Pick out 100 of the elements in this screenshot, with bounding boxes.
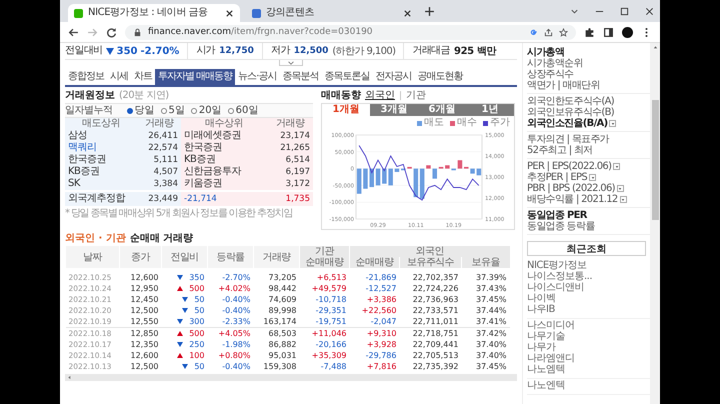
vertical-scrollbar[interactable] — [650, 43, 660, 404]
scroll-up-arrow-icon[interactable] — [652, 45, 658, 50]
nav-tab[interactable]: 공매도현황 — [414, 69, 466, 85]
back-arrow-icon[interactable] — [68, 26, 79, 38]
nav-tab[interactable]: 전자공시 — [372, 69, 414, 85]
letter-g-icon[interactable] — [529, 28, 538, 36]
stat-note: (하한가 9,100) — [332, 45, 396, 58]
period-radio[interactable]: 20일 — [190, 104, 222, 116]
address-field[interactable]: finance.naver.com/item/frgn.naver?code=030190 — [125, 24, 576, 40]
table-cell: 1,735 — [267, 192, 313, 206]
browser-tab[interactable]: 강의콘텐츠 — [246, 4, 418, 22]
help-icon[interactable] — [613, 163, 620, 170]
close-icon[interactable] — [225, 8, 234, 18]
reload-icon[interactable] — [106, 26, 117, 38]
maximize-icon[interactable] — [620, 6, 629, 16]
nav-tab[interactable]: 종목분석 — [279, 69, 322, 85]
nav-tab[interactable]: 뉴스·공시 — [235, 69, 280, 85]
info-label: 시가총액순위 — [527, 58, 583, 69]
table-cell-text: -1.98% — [221, 339, 252, 350]
table-cell-text: 37.39% — [475, 272, 508, 283]
table-cell-text: +22,560 — [360, 305, 398, 316]
column-group-header: 기관 — [300, 246, 350, 257]
nav-tab[interactable]: 종목토론실 — [321, 69, 372, 85]
browser-tab[interactable]: NICE평가정보 : 네이버 금융 — [68, 4, 240, 22]
stat-label: 거래대금 — [412, 45, 450, 57]
table-cell-text: +6,513 — [316, 272, 348, 283]
recent-stock-link[interactable]: 나노엔텍 — [527, 380, 650, 391]
table-cell: 5,111 — [137, 154, 181, 166]
recent-stock-link[interactable]: 나노엠텍 — [527, 364, 650, 375]
info-label: 외국인소진율(B/A) — [527, 118, 608, 129]
recent-stock-link[interactable]: 나무가 — [527, 342, 650, 353]
table-cell-text: +7,816 — [366, 361, 398, 372]
table-cell-text: -7,488 — [320, 361, 348, 372]
period-radio[interactable]: 5일 — [160, 104, 185, 116]
table-cell: 12,850 — [120, 328, 162, 339]
share-icon[interactable] — [544, 28, 553, 36]
period-tab[interactable]: 1년 — [466, 104, 514, 116]
info-label: 동일업종 PER — [527, 210, 587, 221]
broker-name: 한국증권 — [65, 154, 137, 166]
recent-stock-link[interactable]: 나무기술 — [527, 331, 650, 342]
column-header: 날짜 — [66, 246, 120, 270]
table-cell-text: -29,786 — [364, 350, 398, 361]
recent-stock-link[interactable]: 나이스정보통... — [527, 271, 650, 282]
recent-stock-link[interactable]: 나이벡 — [527, 293, 650, 304]
close-icon[interactable] — [645, 6, 654, 16]
period-tab[interactable]: 3개월 — [370, 104, 418, 116]
table-cell-text: -21,869 — [364, 272, 398, 283]
column-header: 종가 — [120, 246, 162, 270]
table-cell-text: -12,527 — [364, 283, 398, 294]
recent-stock-link[interactable]: NICE평가정보 — [527, 260, 650, 271]
puzzle-icon[interactable] — [584, 26, 595, 38]
nav-tab[interactable]: 투자자별 매매동향 — [155, 69, 236, 85]
collapse-handle[interactable] — [279, 60, 303, 66]
table-cell: 163,174 — [254, 316, 300, 328]
help-icon[interactable] — [616, 185, 624, 192]
recent-stock-link[interactable]: 나스미디어 — [527, 320, 650, 331]
help-icon[interactable] — [620, 196, 627, 203]
help-icon[interactable] — [589, 174, 596, 181]
stat-value: 12,750 — [219, 46, 254, 56]
table-cell-text: +0.80% — [217, 350, 252, 361]
recent-stock-link[interactable]: 나우IB — [527, 304, 650, 315]
recent-stock-link[interactable]: 나이스디앤비 — [527, 282, 650, 293]
column-header: 매수상위 — [181, 118, 267, 130]
table-cell: 250 — [189, 340, 204, 348]
period-radio[interactable]: 당일 — [126, 104, 154, 116]
table-cell-text: 89,998 — [268, 305, 298, 316]
table-cell-text: +3,386 — [366, 294, 398, 305]
favicon-icon — [252, 8, 261, 18]
nav-tab[interactable]: 종합정보 — [65, 69, 107, 85]
scroll-left-arrow-icon[interactable] — [67, 375, 72, 380]
new-tab-icon[interactable] — [424, 6, 435, 16]
recent-stock-link[interactable]: 나라엠앤디 — [527, 353, 650, 364]
star-icon[interactable] — [559, 28, 568, 36]
close-icon[interactable] — [403, 8, 412, 18]
info-label: 외국인보유주식수(B) — [527, 107, 614, 118]
table-cell-text: 37.40% — [475, 350, 508, 361]
table-cell-text: -2.70% — [221, 272, 252, 283]
help-icon[interactable] — [609, 120, 616, 127]
table-cell: +11,046 — [300, 328, 350, 339]
investor-link[interactable]: 기관 — [406, 90, 426, 102]
total-label: 외국계추정합 — [65, 192, 137, 206]
table-cell-text: -0.40% — [221, 361, 252, 372]
nav-tab[interactable]: 차트 — [131, 69, 155, 85]
horizontal-scrollbar[interactable] — [65, 374, 517, 381]
recent-view-button[interactable]: 최근조회 — [527, 241, 646, 256]
info-label: 시가총액 — [527, 47, 564, 58]
period-tab[interactable]: 6개월 — [418, 104, 466, 116]
period-radio[interactable]: 60일 — [228, 104, 258, 116]
broker-name: 키움증권 — [181, 178, 267, 190]
table-cell-text: 159,308 — [262, 361, 298, 372]
investor-link[interactable]: 외국인 — [365, 90, 395, 102]
avatar-icon[interactable] — [622, 26, 633, 38]
table-cell-text: 95,031 — [268, 350, 298, 361]
nav-tab[interactable]: 시세 — [107, 69, 131, 85]
stat-label: 저가 — [270, 45, 290, 57]
table-cell: 26,411 — [137, 130, 181, 142]
table-cell: +9,310 — [350, 328, 400, 339]
sidebar-icon[interactable] — [603, 26, 614, 38]
table-cell-text: 98,442 — [268, 283, 298, 294]
change-value: 350 — [116, 46, 138, 56]
